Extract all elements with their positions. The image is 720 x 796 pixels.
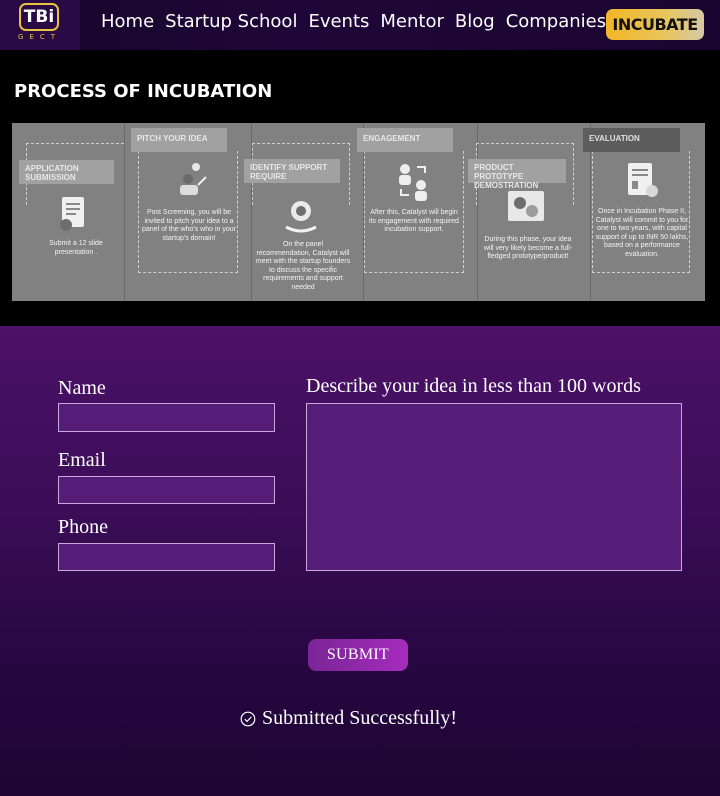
step-text-application-submission: Submit a 12 slide presentation . xyxy=(49,240,103,256)
step-heading-product-prototype: PRODUCT PROTOTYPE DEMOSTRATION xyxy=(468,159,566,190)
nav-link-events[interactable]: Events xyxy=(308,11,369,32)
process-diagram: APPLICATION SUBMISSION Submit a 12 slide… xyxy=(12,123,705,301)
logo-subtitle: GECT xyxy=(18,33,62,41)
step-text-product-prototype: During this phase, your idea will very l… xyxy=(483,236,573,260)
step-text-pitch-your-idea: Post Screening, you will be invited to p… xyxy=(142,209,236,242)
step-heading-evaluation: EVALUATION xyxy=(583,128,680,152)
step-heading-application-submission: APPLICATION SUBMISSION xyxy=(19,160,114,184)
support-icon xyxy=(285,201,317,233)
evaluation-icon xyxy=(628,163,658,197)
prototype-icon xyxy=(508,191,544,221)
process-title: PROCESS OF INCUBATION xyxy=(14,81,273,102)
name-input[interactable] xyxy=(58,403,275,432)
engagement-icon xyxy=(399,164,427,201)
presenter-icon xyxy=(180,163,207,195)
top-navbar: TBi GECT Home Startup School Events Ment… xyxy=(0,0,720,50)
idea-textarea[interactable] xyxy=(306,403,682,571)
nav-link-home[interactable]: Home xyxy=(101,11,154,32)
document-icon xyxy=(60,197,84,231)
check-circle-icon xyxy=(240,711,256,726)
step-text-evaluation: Once in Incubation Phase II, Catalyst wi… xyxy=(595,208,689,258)
nav-links: Home Startup School Events Mentor Blog C… xyxy=(101,11,606,32)
email-input[interactable] xyxy=(58,476,275,504)
column-divider xyxy=(124,123,125,301)
logo[interactable]: TBi GECT xyxy=(0,0,80,50)
success-text: Submitted Successfully! xyxy=(262,707,457,729)
incubate-button[interactable]: INCUBATE xyxy=(606,9,704,40)
nav-link-mentor[interactable]: Mentor xyxy=(380,11,443,32)
submit-button[interactable]: SUBMIT xyxy=(308,639,408,671)
nav-link-startup-school[interactable]: Startup School xyxy=(165,11,297,32)
phone-input[interactable] xyxy=(58,543,275,571)
step-heading-engagement: ENGAGEMENT xyxy=(357,128,453,152)
success-message: Submitted Successfully! xyxy=(240,707,457,730)
logo-mark: TBi xyxy=(19,3,59,31)
step-text-identify-support: On the panel recommendation, Catalyst wi… xyxy=(255,241,351,291)
nav-link-companies[interactable]: Companies xyxy=(506,11,606,32)
email-label: Email xyxy=(58,449,106,471)
contact-form: Name Email Phone Describe your idea in l… xyxy=(0,326,720,796)
phone-label: Phone xyxy=(58,516,108,538)
name-label: Name xyxy=(58,377,106,399)
step-text-engagement: After this, Catalyst will begin its enga… xyxy=(369,209,459,233)
idea-label: Describe your idea in less than 100 word… xyxy=(306,375,641,397)
step-heading-pitch-your-idea: PITCH YOUR IDEA xyxy=(131,128,227,152)
step-heading-identify-support: IDENTIFY SUPPORT REQUIRE xyxy=(244,159,340,183)
nav-link-blog[interactable]: Blog xyxy=(455,11,495,32)
